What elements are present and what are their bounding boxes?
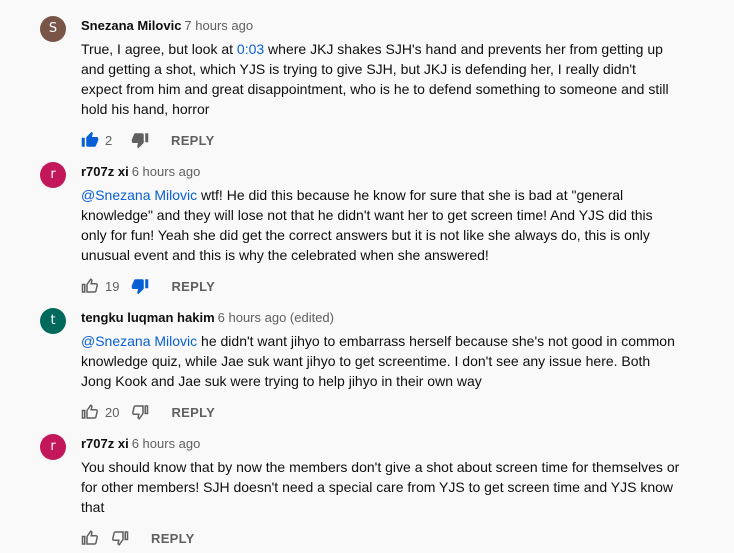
thumbs-down-icon[interactable] [111,529,129,547]
thumbs-down-icon[interactable] [131,403,149,421]
avatar[interactable]: r [40,434,66,460]
comment-text-part: True, I agree, but look at [81,41,237,57]
like-count: 2 [105,132,113,148]
comment-actions: 20 REPLY [81,401,215,423]
comment-header: tengku luqman hakim 6 hours ago (edited) [81,310,334,325]
comment-time[interactable]: 6 hours ago [132,164,201,179]
comment-actions: 19 REPLY [81,275,215,297]
like-count: 20 [105,404,120,420]
thumbs-up-icon[interactable] [81,131,99,149]
thumbs-down-icon[interactable] [131,131,149,149]
timestamp-link[interactable]: 0:03 [237,41,264,57]
author-name[interactable]: Snezana Milovic [81,18,181,33]
avatar[interactable]: S [40,16,66,42]
comment-header: Snezana Milovic 7 hours ago [81,18,253,33]
author-name[interactable]: r707z xi [81,436,129,451]
author-name[interactable]: r707z xi [81,164,129,179]
comment-text: @Snezana Milovic he didn't want jihyo to… [81,331,681,391]
comment-header: r707z xi 6 hours ago [81,436,200,451]
comment-text: @Snezana Milovic wtf! He did this becaus… [81,185,681,265]
reply-button[interactable]: REPLY [151,531,195,546]
comment-time[interactable]: 6 hours ago (edited) [218,310,334,325]
thumbs-up-icon[interactable] [81,403,99,421]
author-name[interactable]: tengku luqman hakim [81,310,215,325]
avatar[interactable]: t [40,308,66,334]
reply-button[interactable]: REPLY [171,405,215,420]
comment-text: You should know that by now the members … [81,457,681,517]
comment-actions: REPLY [81,527,195,549]
comment-time[interactable]: 7 hours ago [184,18,253,33]
reply-button[interactable]: REPLY [171,279,215,294]
thumbs-up-icon[interactable] [81,277,99,295]
thumbs-down-icon[interactable] [131,277,149,295]
avatar[interactable]: r [40,162,66,188]
comment-time[interactable]: 6 hours ago [132,436,201,451]
comment-text-part: You should know that by now the members … [81,459,680,515]
thumbs-up-icon[interactable] [81,529,99,547]
like-count: 19 [105,278,120,294]
comment-header: r707z xi 6 hours ago [81,164,200,179]
comment-actions: 2 REPLY [81,129,215,151]
comment-text: True, I agree, but look at 0:03 where JK… [81,39,681,119]
mention-link[interactable]: @Snezana Milovic [81,187,197,203]
mention-link[interactable]: @Snezana Milovic [81,333,197,349]
reply-button[interactable]: REPLY [171,133,215,148]
